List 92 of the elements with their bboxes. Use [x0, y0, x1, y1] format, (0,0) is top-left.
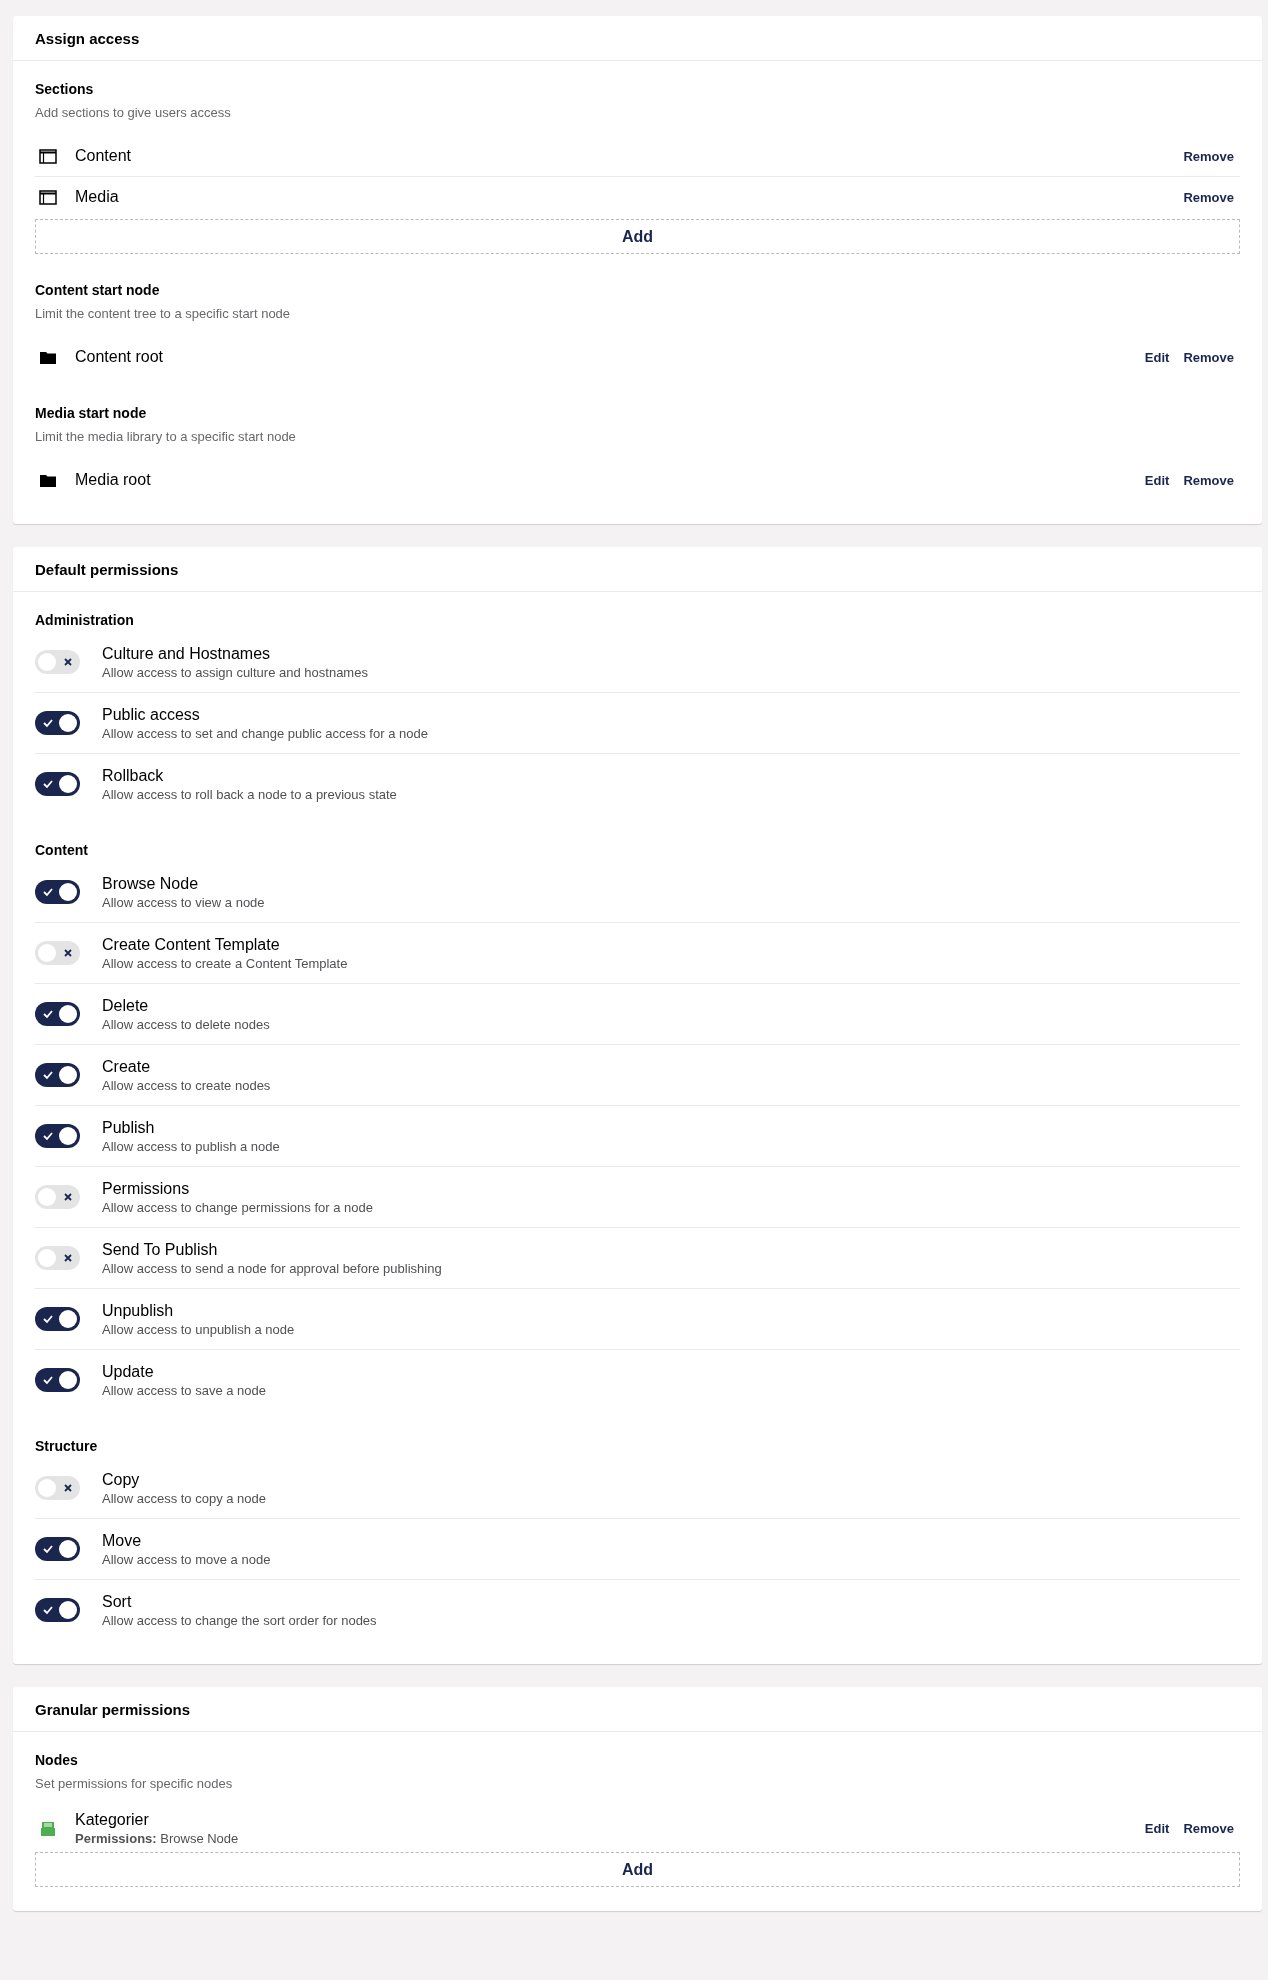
permission-description: Allow access to delete nodes — [102, 1016, 271, 1032]
permission-description: Allow access to save a node — [102, 1382, 268, 1398]
group-label: Structure — [35, 1438, 99, 1454]
toggle-switch[interactable] — [35, 650, 80, 674]
permission-description: Allow access to set and change public access for a node — [102, 725, 429, 741]
add-button[interactable]: Add — [35, 1852, 1240, 1887]
window-icon — [38, 146, 58, 166]
check-icon — [43, 718, 53, 728]
check-icon — [43, 887, 53, 897]
toggle-switch[interactable] — [35, 880, 80, 904]
check-icon — [43, 1544, 53, 1554]
toggle-switch[interactable] — [35, 1185, 80, 1209]
permission-description: Allow access to copy a node — [102, 1490, 268, 1506]
check-icon — [43, 1605, 53, 1615]
section-description: Limit the media library to a specific start node — [35, 429, 297, 444]
window-icon — [38, 187, 58, 207]
permission-description: Allow access to roll back a node to a previous state — [102, 786, 398, 802]
toggle-switch[interactable] — [35, 1368, 80, 1392]
check-icon — [43, 1375, 53, 1385]
toggle-switch[interactable] — [35, 711, 80, 735]
permission-name: Update — [102, 1362, 155, 1381]
check-icon — [43, 1314, 53, 1324]
toggle-switch[interactable] — [35, 1063, 80, 1087]
toggle-switch[interactable] — [35, 1246, 80, 1270]
close-icon — [63, 948, 73, 958]
section-description: Set permissions for specific nodes — [35, 1776, 234, 1791]
permission-description: Allow access to send a node for approval before publishing — [102, 1260, 443, 1276]
permission-name: Public access — [102, 705, 201, 724]
permission-name: Browse Node — [102, 874, 200, 893]
toggle-switch[interactable] — [35, 1476, 80, 1500]
action-link[interactable]: Remove — [1183, 189, 1234, 205]
action-link[interactable]: Edit — [1144, 472, 1170, 488]
item-name: Content root — [75, 348, 165, 366]
card-title: Default permissions — [35, 560, 179, 578]
action-link[interactable]: Remove — [1183, 148, 1234, 164]
toggle-switch[interactable] — [35, 1002, 80, 1026]
permission-name: Culture and Hostnames — [102, 644, 272, 663]
check-icon — [43, 1131, 53, 1141]
item-name: Media root — [75, 471, 152, 489]
card-title: Granular permissions — [35, 1700, 191, 1718]
permission-name: Rollback — [102, 766, 165, 785]
permission-description: Allow access to create a Content Template — [102, 955, 349, 971]
section-label: Sections — [35, 81, 95, 97]
add-button[interactable]: Add — [35, 219, 1240, 254]
permissions-summary: Permissions: Browse Node — [75, 1831, 240, 1846]
check-icon — [43, 1070, 53, 1080]
permission-name: Permissions — [102, 1179, 191, 1198]
permission-description: Allow access to change the sort order for nodes — [102, 1612, 378, 1628]
action-link[interactable]: Edit — [1144, 349, 1170, 365]
card-title: Assign access — [35, 29, 140, 47]
permission-name: Sort — [102, 1592, 133, 1611]
permission-name: Delete — [102, 996, 150, 1015]
permission-description: Allow access to move a node — [102, 1551, 272, 1567]
close-icon — [63, 1192, 73, 1202]
permission-description: Allow access to create nodes — [102, 1077, 272, 1093]
action-link[interactable]: Remove — [1183, 472, 1234, 488]
close-icon — [63, 657, 73, 667]
permission-name: Create — [102, 1057, 152, 1076]
item-name: Content — [75, 147, 133, 165]
permission-name: Send To Publish — [102, 1240, 219, 1259]
check-icon — [43, 1009, 53, 1019]
permission-description: Allow access to publish a node — [102, 1138, 281, 1154]
section-description: Limit the content tree to a specific start node — [35, 306, 292, 321]
permission-description: Allow access to view a node — [102, 894, 266, 910]
toggle-switch[interactable] — [35, 1537, 80, 1561]
toggle-switch[interactable] — [35, 1307, 80, 1331]
group-label: Administration — [35, 612, 135, 628]
action-link[interactable]: Edit — [1144, 1821, 1170, 1836]
permission-description: Allow access to assign culture and hostnames — [102, 664, 369, 680]
close-icon — [63, 1253, 73, 1263]
group-label: Content — [35, 842, 89, 858]
permission-name: Unpublish — [102, 1301, 175, 1320]
item-name: Kategorier — [75, 1811, 150, 1829]
action-link[interactable]: Remove — [1183, 349, 1234, 365]
permission-description: Allow access to change permissions for a node — [102, 1199, 374, 1215]
permission-name: Copy — [102, 1470, 141, 1489]
section-label: Media start node — [35, 405, 148, 421]
permission-description: Allow access to unpublish a node — [102, 1321, 296, 1337]
section-label: Nodes — [35, 1752, 79, 1768]
toggle-switch[interactable] — [35, 1124, 80, 1148]
check-icon — [43, 779, 53, 789]
section-label: Content start node — [35, 282, 161, 298]
item-name: Media — [75, 188, 120, 206]
toggle-switch[interactable] — [35, 772, 80, 796]
close-icon — [63, 1483, 73, 1493]
permission-name: Move — [102, 1531, 143, 1550]
section-description: Add sections to give users access — [35, 105, 232, 120]
action-link[interactable]: Remove — [1183, 1821, 1234, 1836]
toggle-switch[interactable] — [35, 941, 80, 965]
permission-name: Publish — [102, 1118, 156, 1137]
toggle-switch[interactable] — [35, 1598, 80, 1622]
permission-name: Create Content Template — [102, 935, 281, 954]
